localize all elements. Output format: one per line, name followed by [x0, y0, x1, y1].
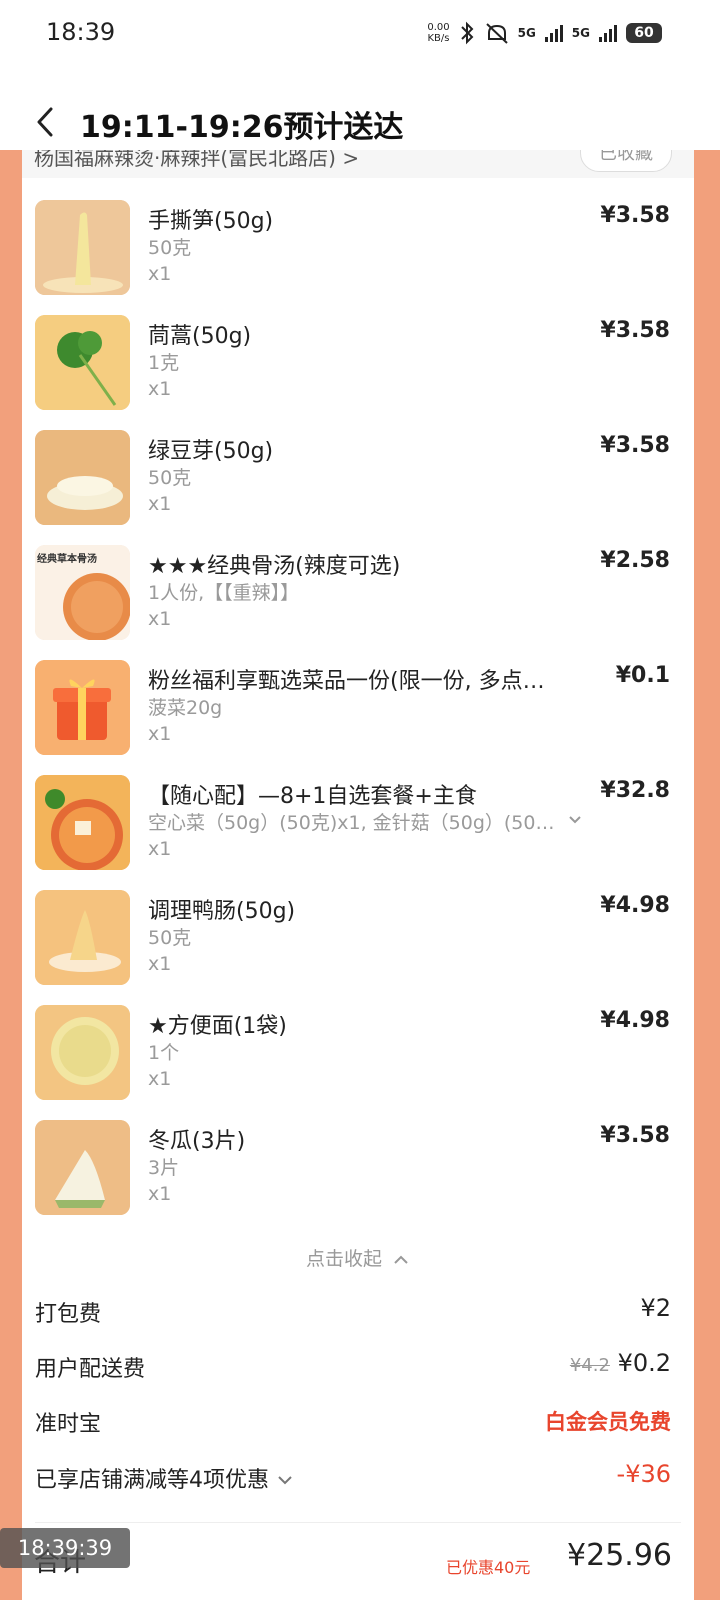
- back-button[interactable]: [30, 104, 60, 140]
- signal-icon: [599, 25, 617, 42]
- item-spec: 1个: [148, 1042, 180, 1064]
- status-time: 18:39: [46, 18, 116, 46]
- list-item[interactable]: ★方便面(1袋) 1个 x1 ¥4.98: [22, 1000, 694, 1115]
- item-name: 冬瓜(3片): [148, 1129, 246, 1154]
- list-item[interactable]: 茼蒿(50g) 1克 x1 ¥3.58: [22, 310, 694, 425]
- item-qty: x1: [148, 953, 172, 975]
- instant-noodles-image: [35, 1005, 130, 1100]
- bean-sprouts-image: [35, 430, 130, 525]
- item-qty: x1: [148, 493, 172, 515]
- list-item[interactable]: 调理鸭肠(50g) 50克 x1 ¥4.98: [22, 885, 694, 1000]
- item-price: ¥3.58: [600, 318, 670, 343]
- item-qty: x1: [148, 1068, 172, 1090]
- item-price: ¥3.58: [600, 433, 670, 458]
- shop-name[interactable]: 杨国福麻辣烫·麻辣拌(富民北路店) >: [34, 150, 359, 171]
- item-price: ¥2.58: [600, 548, 670, 573]
- crown-daisy-image: [35, 315, 130, 410]
- item-thumbnail: [35, 890, 130, 985]
- top-bar: 18:39 0.00 KB/s 5G 5G 60 19:11-19:26预计送达: [0, 0, 720, 150]
- collapse-button[interactable]: 点击收起: [22, 1244, 694, 1271]
- bone-soup-image: 经典草本骨汤: [35, 545, 130, 640]
- item-spec: 50克: [148, 237, 192, 259]
- order-panel: 杨国福麻辣烫·麻辣拌(富民北路店) > 已收藏 手撕笋(50g) 50克 x1 …: [22, 150, 694, 1600]
- winter-melon-image: [35, 1120, 130, 1215]
- item-qty: x1: [148, 723, 172, 745]
- item-spec: 空心菜（50g）(50克)x1, 金针菇（50g）(50…: [148, 812, 555, 834]
- item-thumbnail: [35, 1120, 130, 1215]
- svg-text:经典草本骨汤: 经典草本骨汤: [37, 552, 97, 565]
- item-name: ★★★经典骨汤(辣度可选): [148, 554, 401, 579]
- duck-intestine-image: [35, 890, 130, 985]
- item-spec: 1克: [148, 352, 180, 374]
- packing-fee-row: 打包费 ¥2: [35, 1294, 671, 1327]
- item-qty: x1: [148, 1183, 172, 1205]
- item-spec: 1人份,【【重辣】】: [148, 582, 300, 604]
- item-name: 手撕笋(50g): [148, 209, 274, 234]
- item-price: ¥3.58: [600, 203, 670, 228]
- item-thumbnail: [35, 430, 130, 525]
- item-name: ★方便面(1袋): [148, 1014, 287, 1039]
- list-item[interactable]: 冬瓜(3片) 3片 x1 ¥3.58: [22, 1115, 694, 1230]
- chevron-down-icon[interactable]: [566, 810, 584, 828]
- chevron-up-icon: [394, 1255, 408, 1264]
- item-qty: x1: [148, 608, 172, 630]
- bluetooth-icon: [460, 21, 474, 45]
- item-price: ¥4.98: [600, 893, 670, 918]
- item-name: 调理鸭肠(50g): [148, 899, 296, 924]
- total-saved: 已优惠40元: [446, 1558, 531, 1577]
- delivery-fee: ¥0.2: [617, 1349, 671, 1377]
- screenshot-timestamp: 18:39:39: [0, 1528, 130, 1568]
- list-item[interactable]: 经典草本骨汤 ★★★经典骨汤(辣度可选) 1人份,【【重辣】】 x1 ¥2.58: [22, 540, 694, 655]
- list-item[interactable]: 手撕笋(50g) 50克 x1 ¥3.58: [22, 195, 694, 310]
- item-price: ¥32.8: [600, 778, 670, 803]
- chevron-left-icon: [37, 107, 53, 137]
- combo-meal-image: [35, 775, 130, 870]
- item-name: 【随心配】—8+1自选套餐+主食: [148, 784, 477, 809]
- item-price: ¥4.98: [600, 1008, 670, 1033]
- item-qty: x1: [148, 378, 172, 400]
- status-icons: 0.00 KB/s 5G 5G 60: [427, 18, 662, 48]
- item-spec: 50克: [148, 927, 192, 949]
- list-item[interactable]: 【随心配】—8+1自选套餐+主食 空心菜（50g）(50克)x1, 金针菇（50…: [22, 770, 694, 885]
- item-name: 粉丝福利享甄选菜品一份(限一份, 多点…: [148, 669, 545, 694]
- delivery-fee-row: 用户配送费 ¥4.2 ¥0.2: [35, 1349, 671, 1382]
- bamboo-shoot-image: [35, 200, 130, 295]
- item-price: ¥3.58: [600, 1123, 670, 1148]
- ontime-row: 准时宝 白金会员免费: [35, 1410, 671, 1437]
- item-qty: x1: [148, 263, 172, 285]
- favorite-button[interactable]: 已收藏: [580, 150, 672, 172]
- gift-box-image: [35, 660, 130, 755]
- item-spec: 50克: [148, 467, 192, 489]
- discounts-row[interactable]: 已享店铺满减等4项优惠 -¥36: [35, 1460, 671, 1498]
- item-spec: 菠菜20g: [148, 697, 223, 719]
- item-qty: x1: [148, 838, 172, 860]
- mute-icon: [485, 23, 508, 44]
- item-thumbnail: [35, 315, 130, 410]
- item-name: 绿豆芽(50g): [148, 439, 274, 464]
- item-thumbnail: [35, 775, 130, 870]
- item-name: 茼蒿(50g): [148, 324, 252, 349]
- net-speed: 0.00 KB/s: [427, 22, 450, 44]
- item-price: ¥0.1: [615, 663, 670, 688]
- sim1-label: 5G: [517, 26, 536, 40]
- shop-header: 杨国福麻辣烫·麻辣拌(富民北路店) > 已收藏: [22, 150, 694, 178]
- divider: [35, 1522, 681, 1523]
- item-thumbnail: [35, 1005, 130, 1100]
- page-title: 19:11-19:26预计送达: [80, 110, 404, 145]
- sim2-label: 5G: [571, 26, 590, 40]
- original-delivery-fee: ¥4.2: [569, 1355, 610, 1376]
- item-spec: 3片: [148, 1157, 180, 1179]
- battery-icon: 60: [626, 23, 662, 43]
- item-thumbnail: [35, 660, 130, 755]
- list-item[interactable]: 粉丝福利享甄选菜品一份(限一份, 多点… 菠菜20g x1 ¥0.1: [22, 655, 694, 770]
- item-thumbnail: [35, 200, 130, 295]
- signal-icon: [544, 25, 563, 42]
- total-amount: ¥25.96: [567, 1538, 672, 1573]
- list-item[interactable]: 绿豆芽(50g) 50克 x1 ¥3.58: [22, 425, 694, 540]
- chevron-down-icon: [278, 1476, 292, 1485]
- item-thumbnail: 经典草本骨汤: [35, 545, 130, 640]
